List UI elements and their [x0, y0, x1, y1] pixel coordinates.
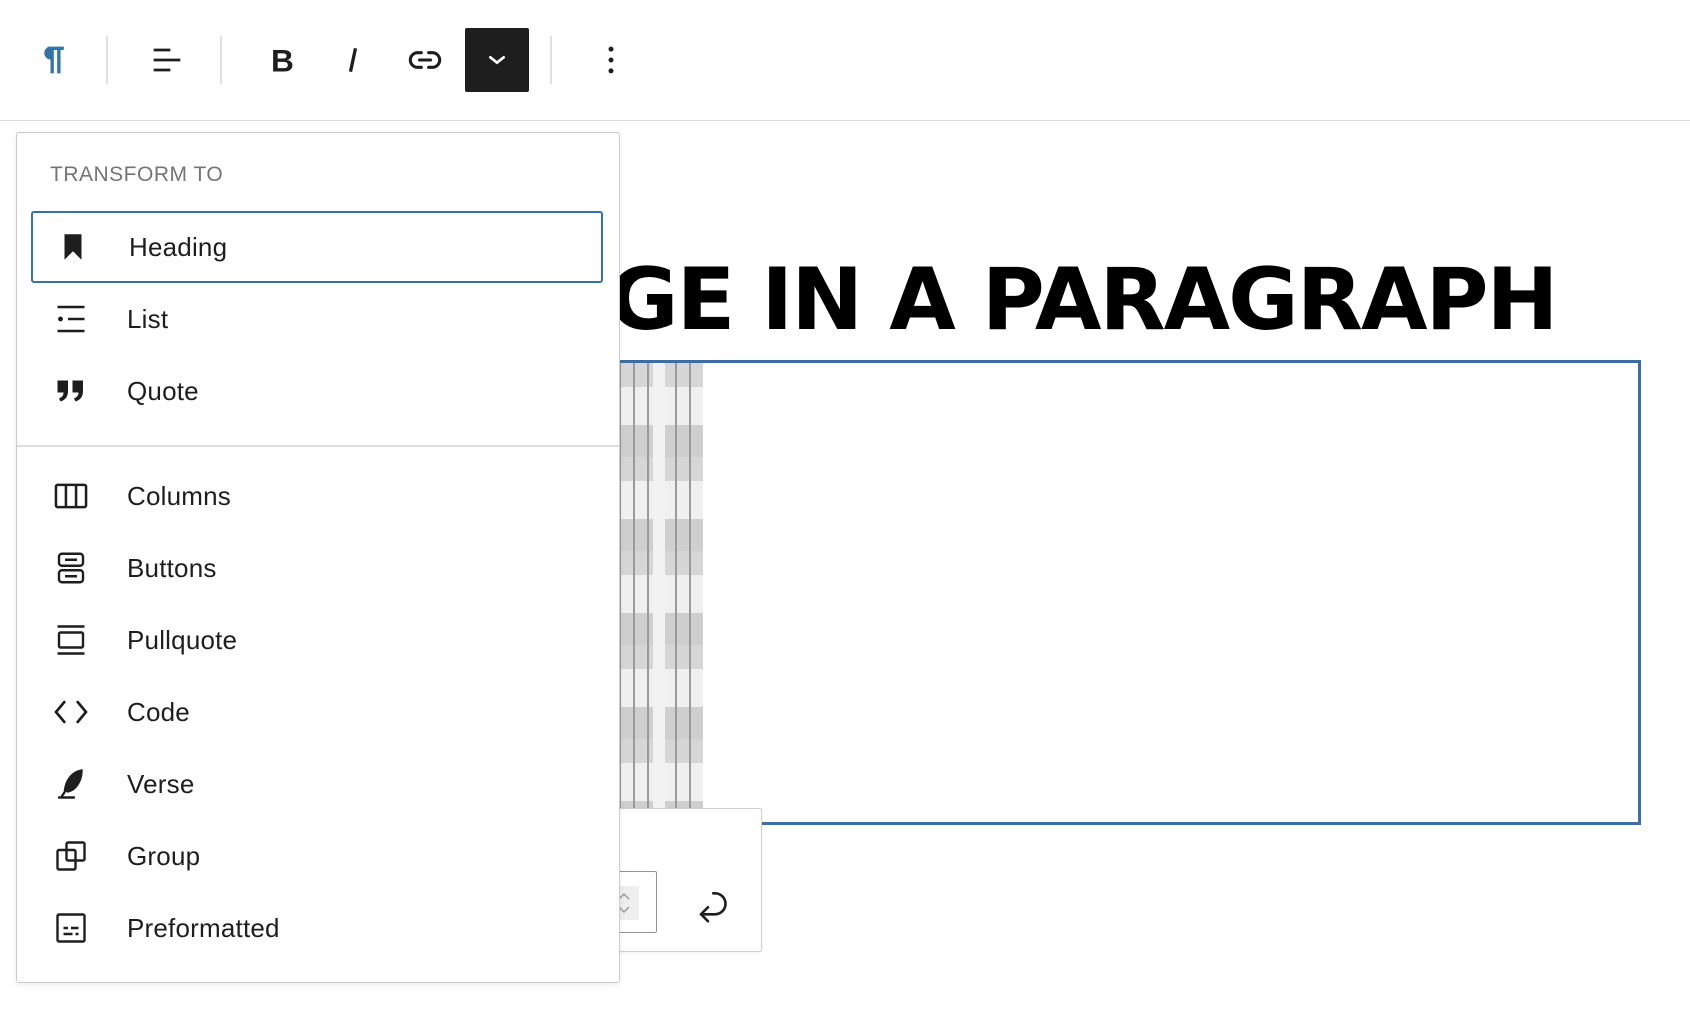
align-button[interactable] — [135, 28, 199, 92]
transform-item-group[interactable]: Group — [31, 820, 603, 892]
align-left-icon — [153, 48, 181, 72]
transform-item-label: Preformatted — [127, 912, 280, 943]
transform-item-label: Buttons — [127, 552, 217, 583]
code-icon — [51, 692, 91, 732]
bookmark-icon — [53, 227, 93, 267]
page-heading[interactable]: GE IN A PARAGRAPH — [608, 250, 1559, 350]
link-icon — [408, 51, 442, 69]
transform-item-buttons[interactable]: Buttons — [31, 532, 603, 604]
more-vertical-icon — [608, 46, 614, 74]
transform-item-columns[interactable]: Columns — [31, 460, 603, 532]
image-block[interactable] — [608, 360, 1641, 825]
feather-icon — [51, 764, 91, 804]
columns-icon — [51, 476, 91, 516]
bold-button[interactable]: B — [249, 28, 313, 92]
bold-icon: B — [271, 43, 294, 79]
italic-button[interactable] — [321, 28, 385, 92]
italic-icon — [348, 47, 358, 73]
buttons-icon — [51, 548, 91, 588]
block-toolbar: B — [0, 0, 1690, 121]
paragraph-block-button[interactable] — [21, 28, 85, 92]
chevron-down-icon — [489, 55, 505, 65]
pullquote-icon — [51, 620, 91, 660]
transform-item-label: Group — [127, 840, 201, 871]
transform-item-quote[interactable]: Quote — [31, 355, 603, 427]
transform-item-label: Heading — [129, 231, 228, 262]
toolbar-separator — [220, 36, 222, 84]
undo-icon[interactable] — [691, 885, 739, 933]
more-rich-text-controls-button[interactable] — [465, 28, 529, 92]
transform-item-preformatted[interactable]: Preformatted — [31, 892, 603, 964]
transform-item-label: Quote — [127, 375, 199, 406]
options-button[interactable] — [579, 28, 643, 92]
group-icon — [51, 836, 91, 876]
list-icon — [51, 299, 91, 339]
svg-text:B: B — [271, 43, 294, 79]
preformatted-icon — [51, 908, 91, 948]
transform-title: TRANSFORM TO — [50, 163, 224, 186]
quote-icon — [51, 371, 91, 411]
transform-item-label: Verse — [127, 768, 195, 799]
link-button[interactable] — [393, 28, 457, 92]
transform-item-label: Code — [127, 696, 190, 727]
transform-item-heading[interactable]: Heading — [31, 211, 603, 283]
transform-item-code[interactable]: Code — [31, 676, 603, 748]
transform-item-label: Columns — [127, 480, 231, 511]
toolbar-separator — [106, 36, 108, 84]
image-size-toolbar — [608, 808, 762, 952]
building-image — [611, 363, 703, 822]
transform-item-verse[interactable]: Verse — [31, 748, 603, 820]
transform-dropdown: TRANSFORM TO Heading List Quote Columns … — [16, 132, 620, 983]
transform-item-label: List — [127, 303, 169, 334]
menu-divider — [17, 445, 619, 447]
transform-item-list[interactable]: List — [31, 283, 603, 355]
transform-item-label: Pullquote — [127, 624, 238, 655]
toolbar-separator — [550, 36, 552, 84]
pilcrow-icon — [44, 46, 64, 74]
transform-item-pullquote[interactable]: Pullquote — [31, 604, 603, 676]
